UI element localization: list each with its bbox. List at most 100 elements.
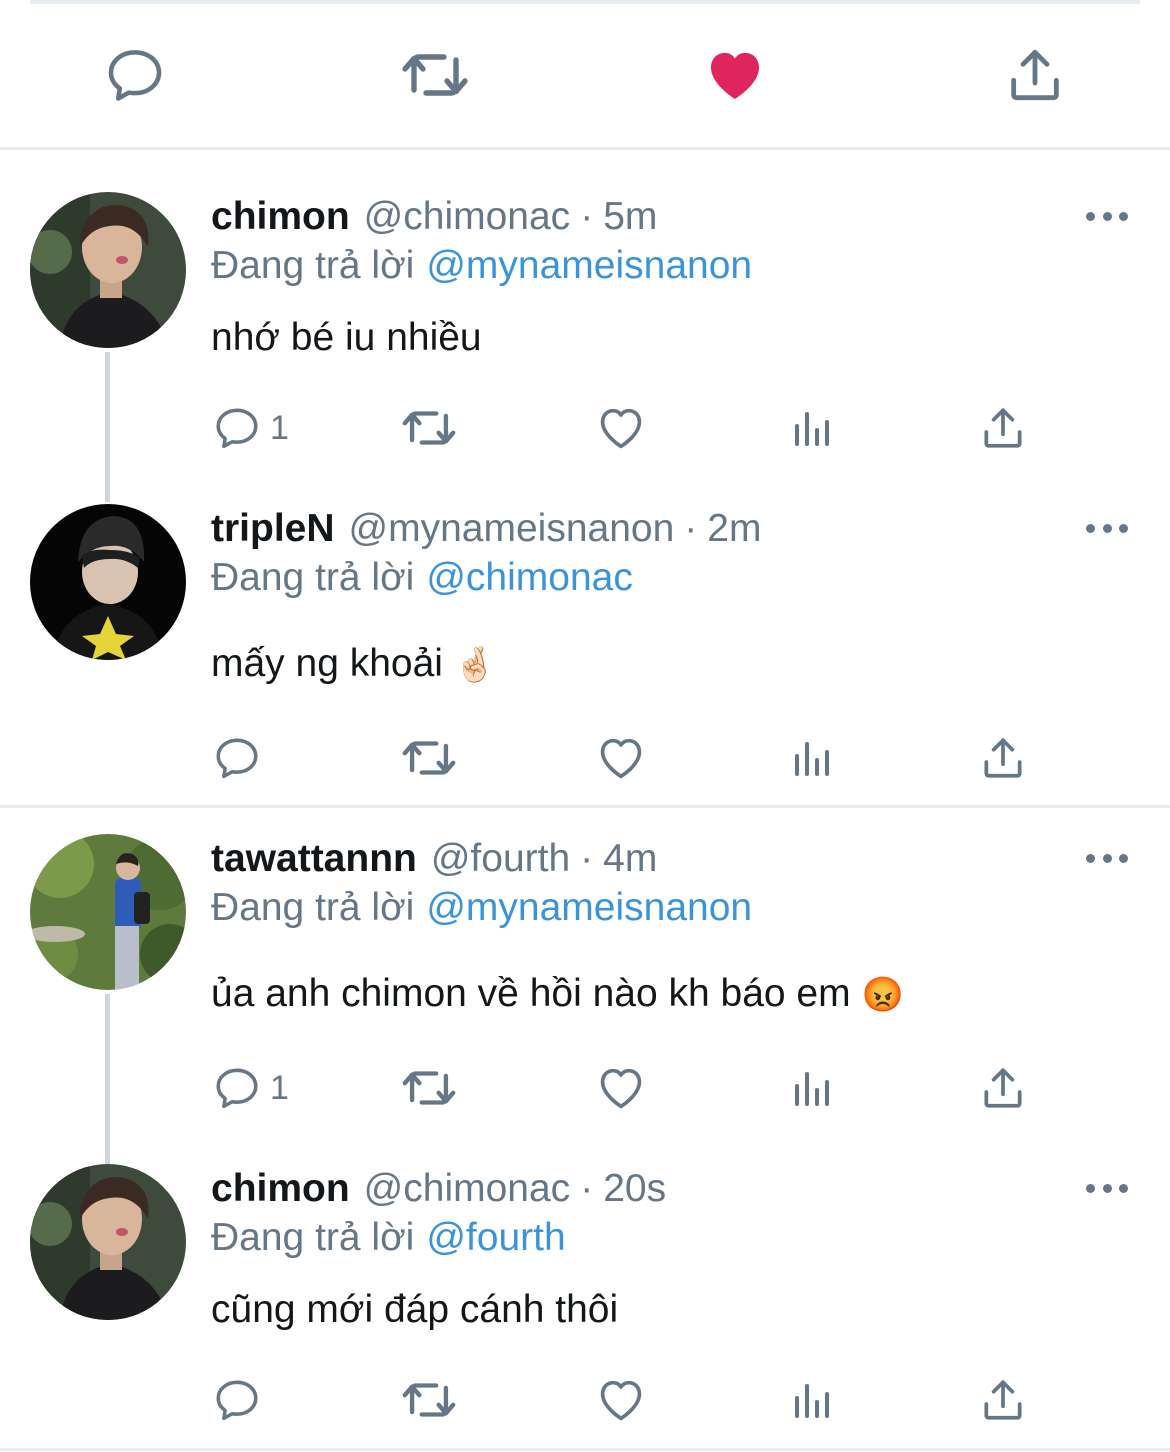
like-button[interactable] — [595, 1058, 647, 1118]
display-name[interactable]: chimon — [211, 195, 350, 239]
more-options-button[interactable] — [1086, 518, 1128, 538]
replying-to: Đang trả lời @chimonac — [211, 556, 633, 600]
heart-icon — [595, 1062, 647, 1114]
user-handle[interactable]: @mynameisnanon — [349, 507, 675, 551]
share-icon — [978, 403, 1028, 453]
analytics-button[interactable] — [788, 728, 836, 788]
reply-button[interactable] — [75, 20, 195, 130]
avatar-chimon — [30, 1164, 186, 1320]
retweet-button[interactable] — [400, 728, 458, 788]
replying-to-label: Đang trả lời — [211, 244, 415, 287]
like-button[interactable] — [595, 728, 647, 788]
avatar-triplen — [30, 504, 186, 660]
more-options-button[interactable] — [1086, 848, 1128, 868]
analytics-icon — [788, 1064, 836, 1112]
separator-dot: · — [580, 1167, 594, 1210]
reply-icon — [212, 1375, 262, 1425]
like-button[interactable] — [595, 1370, 647, 1430]
divider — [0, 1448, 1170, 1451]
reply-button[interactable] — [212, 728, 262, 788]
replying-to-label: Đang trả lời — [211, 556, 415, 599]
divider — [0, 147, 1170, 150]
share-icon — [978, 733, 1028, 783]
analytics-icon — [788, 404, 836, 452]
share-button[interactable] — [978, 398, 1028, 458]
share-button[interactable] — [975, 20, 1095, 130]
tweet-actions — [0, 728, 1170, 788]
divider — [0, 805, 1170, 808]
retweet-icon — [400, 399, 458, 457]
analytics-icon — [788, 1376, 836, 1424]
replying-to-label: Đang trả lời — [211, 886, 415, 929]
tweet-header: chimon @chimonac · 5m — [211, 192, 657, 242]
reply-icon — [212, 403, 262, 453]
more-options-button[interactable] — [1086, 206, 1128, 226]
fingers-crossed-emoji: 🤞🏻 — [453, 646, 497, 684]
like-filled-icon — [703, 43, 767, 107]
reply-icon — [212, 733, 262, 783]
tweet-header: tripleN @mynameisnanon · 2m — [211, 504, 761, 554]
retweet-icon — [399, 39, 471, 111]
timestamp[interactable]: 5m — [603, 195, 657, 239]
avatar[interactable] — [30, 834, 186, 990]
tweet-header: tawattannn @fourth · 4m — [211, 834, 657, 884]
replying-to: Đang trả lời @mynameisnanon — [211, 244, 752, 288]
share-icon — [978, 1063, 1028, 1113]
angry-face-emoji: 😡 — [861, 976, 904, 1014]
reply-button[interactable]: 1 — [212, 1058, 289, 1118]
retweet-icon — [400, 1371, 458, 1429]
analytics-button[interactable] — [788, 1058, 836, 1118]
avatar-tawattannn — [30, 834, 186, 990]
share-button[interactable] — [978, 728, 1028, 788]
mention-link[interactable]: @fourth — [426, 1216, 565, 1259]
avatar-chimon — [30, 192, 186, 348]
avatar[interactable] — [30, 192, 186, 348]
heart-icon — [595, 402, 647, 454]
tweet-actions: 1 — [0, 1058, 1170, 1118]
display-name[interactable]: tripleN — [211, 507, 335, 551]
more-options-button[interactable] — [1086, 1178, 1128, 1198]
display-name[interactable]: chimon — [211, 1167, 350, 1211]
separator-dot: · — [580, 837, 594, 880]
avatar[interactable] — [30, 1164, 186, 1320]
reply-count: 1 — [270, 408, 289, 447]
retweet-button[interactable] — [400, 1370, 458, 1430]
timestamp[interactable]: 2m — [707, 507, 761, 551]
mention-link[interactable]: @mynameisnanon — [426, 886, 752, 929]
share-button[interactable] — [978, 1058, 1028, 1118]
share-icon — [1003, 43, 1067, 107]
retweet-button[interactable] — [400, 1058, 458, 1118]
like-button[interactable] — [595, 398, 647, 458]
reply-button[interactable] — [212, 1370, 262, 1430]
replying-to: Đang trả lời @fourth — [211, 1216, 566, 1260]
analytics-button[interactable] — [788, 398, 836, 458]
separator-dot: · — [684, 507, 698, 550]
avatar[interactable] — [30, 504, 186, 660]
like-button[interactable] — [675, 20, 795, 130]
mention-link[interactable]: @chimonac — [426, 556, 633, 599]
mention-link[interactable]: @mynameisnanon — [426, 244, 752, 287]
tweet-text-body: ủa anh chimon về hồi nào kh báo em — [211, 972, 851, 1015]
reply-button[interactable]: 1 — [212, 398, 289, 458]
retweet-button[interactable] — [400, 398, 458, 458]
tweet-text: cũng mới đáp cánh thôi — [211, 1288, 619, 1331]
reply-count: 1 — [270, 1068, 289, 1107]
main-tweet-actions — [0, 20, 1170, 130]
tweet-text: mấy ng khoải 🤞🏻 — [211, 642, 496, 686]
timestamp[interactable]: 4m — [603, 837, 657, 881]
user-handle[interactable]: @fourth — [431, 837, 570, 881]
timestamp[interactable]: 20s — [603, 1167, 666, 1211]
display-name[interactable]: tawattannn — [211, 837, 417, 881]
user-handle[interactable]: @chimonac — [364, 195, 571, 239]
heart-icon — [595, 1374, 647, 1426]
replying-to-label: Đang trả lời — [211, 1216, 415, 1259]
share-button[interactable] — [978, 1370, 1028, 1430]
top-divider — [30, 0, 1140, 4]
user-handle[interactable]: @chimonac — [364, 1167, 571, 1211]
reply-icon — [103, 43, 167, 107]
retweet-button[interactable] — [375, 20, 495, 130]
analytics-button[interactable] — [788, 1370, 836, 1430]
tweet-header: chimon @chimonac · 20s — [211, 1164, 666, 1214]
analytics-icon — [788, 734, 836, 782]
share-icon — [978, 1375, 1028, 1425]
